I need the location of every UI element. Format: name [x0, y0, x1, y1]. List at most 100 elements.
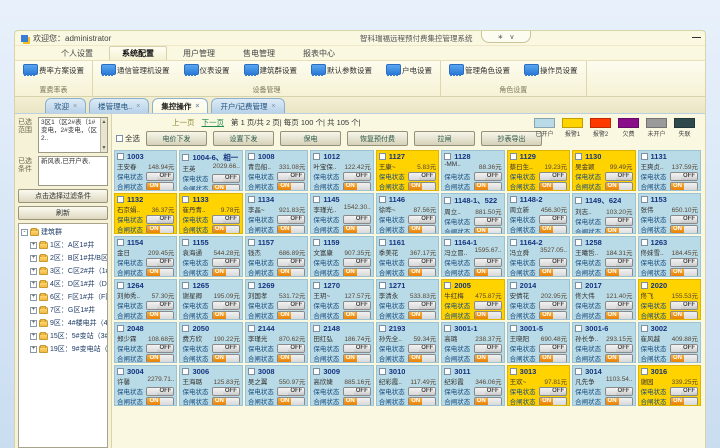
hezha-toggle[interactable]: ON — [670, 182, 698, 191]
hezha-toggle[interactable]: ON — [277, 397, 305, 406]
card-checkbox[interactable] — [641, 196, 648, 203]
close-icon[interactable]: × — [73, 103, 77, 110]
tree-item-5[interactable]: +6区：F区1#井（F区1# — [21, 292, 105, 302]
hezha-toggle[interactable]: ON — [343, 225, 371, 234]
hezha-toggle[interactable]: ON — [605, 268, 633, 277]
close-icon[interactable]: × — [136, 103, 140, 110]
hezha-toggle[interactable]: ON — [408, 182, 436, 191]
card-checkbox[interactable] — [379, 325, 386, 332]
hezha-toggle[interactable]: ON — [212, 268, 240, 277]
baodian-toggle[interactable]: OFF — [474, 301, 502, 310]
hezha-toggle[interactable]: ON — [146, 354, 174, 363]
hezha-toggle[interactable]: ON — [670, 311, 698, 320]
card-checkbox[interactable] — [575, 153, 582, 160]
card-checkbox[interactable] — [641, 325, 648, 332]
tree-item-9[interactable]: +19区：9#变电站（2# — [21, 344, 105, 354]
baodian-toggle[interactable]: OFF — [343, 387, 371, 396]
refresh-button[interactable]: 刷新 — [18, 206, 108, 220]
ribbon-button[interactable]: 通信管理机设置 — [99, 63, 172, 77]
baodian-toggle[interactable]: OFF — [277, 215, 305, 224]
baodian-toggle[interactable]: OFF — [670, 215, 698, 224]
baodian-toggle[interactable]: OFF — [408, 258, 436, 267]
select-all-checkbox[interactable] — [116, 135, 123, 142]
baodian-toggle[interactable]: OFF — [146, 258, 174, 267]
hezha-toggle[interactable]: ON — [146, 182, 174, 191]
card-checkbox[interactable] — [313, 239, 320, 246]
card-checkbox[interactable] — [248, 282, 255, 289]
baodian-toggle[interactable]: OFF — [605, 258, 633, 267]
card-checkbox[interactable] — [117, 153, 124, 160]
hezha-toggle[interactable]: ON — [343, 268, 371, 277]
hezha-toggle[interactable]: ON — [212, 397, 240, 406]
card-checkbox[interactable] — [117, 368, 124, 375]
tree-item-4[interactable]: +4区：D区1#井（D区1 — [21, 279, 105, 289]
menu-item-1[interactable]: 个人设置 — [49, 47, 105, 60]
card-checkbox[interactable] — [248, 368, 255, 375]
hezha-toggle[interactable]: ON — [474, 268, 502, 277]
baodian-toggle[interactable]: OFF — [539, 172, 567, 181]
hezha-toggle[interactable]: ON — [146, 397, 174, 406]
baodian-toggle[interactable]: OFF — [474, 258, 502, 267]
baodian-toggle[interactable]: OFF — [539, 215, 567, 224]
hezha-toggle[interactable]: ON — [539, 225, 567, 234]
baodian-toggle[interactable]: OFF — [539, 344, 567, 353]
card-checkbox[interactable] — [510, 196, 517, 203]
close-icon[interactable]: × — [272, 103, 276, 110]
toolbar-button-2[interactable]: 设置下发 — [213, 131, 274, 146]
next-page-link[interactable]: 下一页 — [202, 117, 225, 128]
baodian-toggle[interactable]: OFF — [539, 258, 567, 267]
baodian-toggle[interactable]: OFF — [408, 172, 436, 181]
hezha-toggle[interactable]: ON — [343, 182, 371, 191]
toolbar-button-1[interactable]: 电价下发 — [146, 131, 207, 146]
card-checkbox[interactable] — [379, 368, 386, 375]
card-checkbox[interactable] — [641, 239, 648, 246]
baodian-toggle[interactable]: OFF — [277, 258, 305, 267]
expand-icon[interactable]: + — [30, 333, 37, 340]
ribbon-button[interactable]: 建筑群设置 — [242, 63, 300, 77]
expand-icon[interactable]: + — [30, 294, 37, 301]
hezha-toggle[interactable]: ON — [670, 268, 698, 277]
hezha-toggle[interactable]: ON — [605, 397, 633, 406]
tree-item-6[interactable]: +7区：G区1#井 — [21, 305, 105, 315]
hezha-toggle[interactable]: ON — [474, 311, 502, 320]
card-checkbox[interactable] — [182, 325, 189, 332]
tab-2[interactable]: 楼管理电..× — [89, 98, 149, 113]
chevron-down-icon[interactable]: ∨ — [509, 33, 514, 41]
close-icon[interactable]: × — [195, 103, 199, 110]
hezha-toggle[interactable]: ON — [146, 268, 174, 277]
card-checkbox[interactable] — [510, 153, 517, 160]
hezha-toggle[interactable]: ON — [408, 225, 436, 234]
ribbon-button[interactable]: 默认参数设置 — [309, 63, 374, 77]
card-checkbox[interactable] — [313, 196, 320, 203]
expand-icon[interactable]: + — [30, 242, 37, 249]
card-checkbox[interactable] — [641, 368, 648, 375]
tree-item-8[interactable]: +15区：5#变站（3#变 — [21, 331, 105, 341]
hezha-toggle[interactable]: ON — [605, 311, 633, 320]
card-checkbox[interactable] — [182, 368, 189, 375]
baodian-toggle[interactable]: OFF — [277, 387, 305, 396]
hezha-toggle[interactable]: ON — [212, 225, 240, 234]
card-checkbox[interactable] — [444, 368, 451, 375]
hezha-toggle[interactable]: ON — [277, 311, 305, 320]
hezha-toggle[interactable]: ON — [539, 268, 567, 277]
hezha-toggle[interactable]: ON — [408, 354, 436, 363]
hezha-toggle[interactable]: ON — [408, 397, 436, 406]
hezha-toggle[interactable]: ON — [670, 397, 698, 406]
baodian-toggle[interactable]: OFF — [605, 172, 633, 181]
tree-item-3[interactable]: +3区：C区2#井（1#变 — [21, 266, 105, 276]
baodian-toggle[interactable]: OFF — [212, 258, 240, 267]
hezha-toggle[interactable]: ON — [539, 311, 567, 320]
baodian-toggle[interactable]: OFF — [146, 172, 174, 181]
baodian-toggle[interactable]: OFF — [408, 344, 436, 353]
card-checkbox[interactable] — [379, 239, 386, 246]
hezha-toggle[interactable]: ON — [539, 397, 567, 406]
hezha-toggle[interactable]: ON — [539, 182, 567, 191]
ribbon-button[interactable]: 费率方案设置 — [21, 63, 86, 77]
tab-3[interactable]: 集控操作× — [152, 98, 208, 113]
card-checkbox[interactable] — [641, 282, 648, 289]
hezha-toggle[interactable]: ON — [343, 354, 371, 363]
expand-icon[interactable]: + — [30, 281, 37, 288]
expand-icon[interactable]: + — [30, 307, 37, 314]
card-checkbox[interactable] — [182, 154, 189, 161]
baodian-toggle[interactable]: OFF — [670, 344, 698, 353]
